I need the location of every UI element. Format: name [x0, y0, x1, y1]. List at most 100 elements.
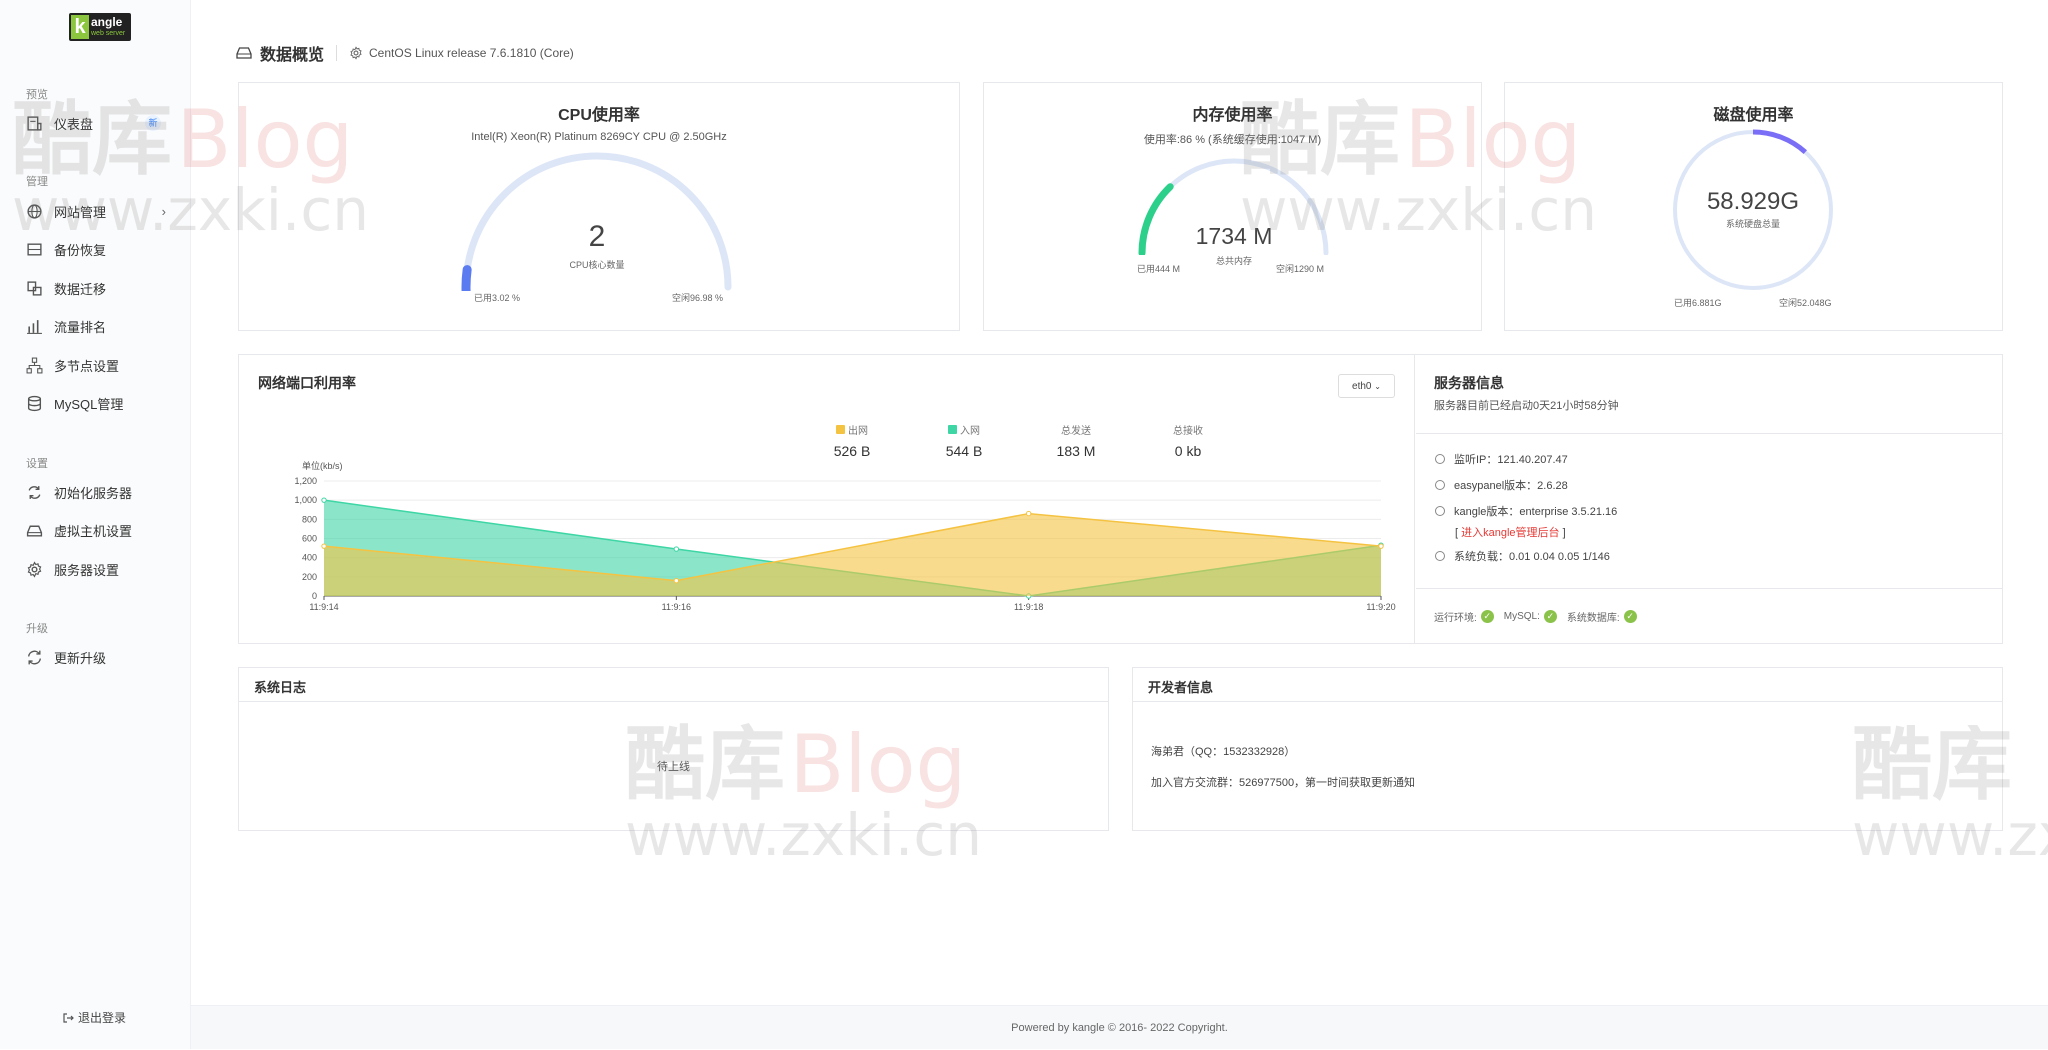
harddisk-icon — [236, 47, 252, 59]
developer-contact: 海弟君（QQ：1532332928） — [1151, 746, 1296, 758]
network-chart: 单位(kb/s) 0 200 400 600 800 1,000 1,200 11:9:14 11… — [294, 460, 1395, 612]
sidebar-item-label: 网站管理 — [54, 204, 107, 220]
sidebar-item-sites[interactable]: 网站管理 › — [26, 200, 166, 222]
sidebar-item-label: 多节点设置 — [54, 358, 120, 374]
kangle-logo[interactable]: k angle web server — [69, 13, 131, 41]
disk-used: 已用6.881G — [1674, 298, 1722, 308]
y-tick-label: 1,200 — [294, 476, 317, 486]
memory-free: 空闲1290 M — [1276, 264, 1325, 274]
memory-title: 内存使用率 — [1192, 107, 1273, 124]
server-load-row: 系统负载：0.01 0.04 0.05 1/146 — [1435, 548, 1610, 564]
disk-total: 58.929G — [1706, 188, 1800, 215]
y-tick-label: 800 — [302, 514, 317, 524]
cpu-title: CPU使用率 — [558, 107, 640, 124]
cpu-free: 空闲96.98 % — [672, 293, 724, 303]
sidebar-item-label: 数据迁移 — [54, 281, 107, 297]
server-ip-row: 监听IP：121.40.207.47 — [1435, 451, 1568, 467]
dashboard-icon — [27, 115, 42, 131]
server-info-title: 服务器信息 — [1434, 375, 1504, 391]
data-point — [673, 577, 680, 584]
cpu-model: Intel(R) Xeon(R) Platinum 8269CY CPU @ 2… — [471, 131, 727, 143]
memory-total: 1734 M — [1195, 223, 1273, 249]
runtime-env: 运行环境: ✓ MySQL: ✓ 系统数据库: ✓ — [1434, 609, 1647, 624]
gear-icon — [350, 46, 362, 60]
check-icon: ✓ — [1623, 610, 1637, 623]
developer-card: 开发者信息 海弟君（QQ：1532332928） 加入官方交流群：5269775… — [1132, 667, 2003, 831]
sidebar-item-label: 服务器设置 — [54, 562, 120, 578]
sidebar-item-label: 流量排名 — [54, 319, 107, 335]
data-point — [1378, 543, 1384, 549]
page-title: 数据概览 — [260, 47, 325, 64]
chevron-right-icon: › — [161, 203, 166, 219]
sidebar-item-label: 虚拟主机设置 — [54, 523, 133, 539]
logout-button[interactable]: 退出登录 — [62, 1009, 126, 1026]
circle-icon — [1435, 454, 1445, 464]
os-version: CentOS Linux release 7.6.1810 (Core) — [369, 46, 574, 60]
network-panel: 网络端口利用率 eth0 ⌄ 出网 526 B 入网 544 B 总发送 183… — [238, 354, 2003, 644]
interface-select[interactable]: eth0 ⌄ — [1338, 374, 1395, 398]
nav-section-upgrade: 升级 — [26, 623, 48, 635]
page-header: 数据概览 CentOS Linux release 7.6.1810 (Core… — [236, 42, 574, 64]
sync-icon — [27, 650, 42, 664]
y-tick-label: 1,000 — [294, 495, 317, 505]
data-point — [673, 546, 680, 552]
database-icon — [27, 395, 42, 411]
x-tick-label: 11:9:18 — [1014, 602, 1043, 612]
network-title: 网络端口利用率 — [258, 375, 356, 391]
server-easypanel-row: easypanel版本：2.6.28 — [1435, 477, 1568, 493]
nav-section-preview: 预览 — [26, 89, 48, 101]
sidebar-item-server-settings[interactable]: 服务器设置 — [26, 558, 166, 580]
sidebar-item-migrate[interactable]: 数据迁移 — [26, 277, 166, 299]
footer: Powered by kangle © 2016- 2022 Copyright… — [191, 1005, 2048, 1049]
data-point — [321, 543, 327, 549]
y-tick-label: 0 — [312, 591, 317, 601]
logout-icon — [63, 1012, 74, 1023]
memory-card: 内存使用率 使用率:86 % (系统缓存使用:1047 M) 1734 M 总共… — [983, 82, 1482, 331]
syslog-placeholder: 待上线 — [657, 761, 690, 773]
divider — [1416, 588, 2002, 589]
x-tick-label: 11:9:20 — [1366, 602, 1395, 612]
x-tick-label: 11:9:16 — [662, 602, 691, 612]
cpu-card: CPU使用率 Intel(R) Xeon(R) Platinum 8269CY … — [238, 82, 960, 331]
nodes-icon — [26, 357, 43, 373]
circle-icon — [1435, 506, 1445, 516]
sidebar-item-nodes[interactable]: 多节点设置 — [26, 354, 166, 376]
sidebar-item-traffic[interactable]: 流量排名 — [26, 315, 166, 337]
check-icon: ✓ — [1480, 610, 1494, 623]
disk-title: 磁盘使用率 — [1713, 107, 1794, 124]
divider — [336, 45, 338, 61]
stat-in: 入网 544 B — [945, 425, 983, 459]
sidebar-item-label: 备份恢复 — [54, 242, 107, 258]
stat-total-sent: 总发送 183 M — [1056, 426, 1096, 459]
check-icon: ✓ — [1543, 610, 1557, 623]
sidebar-item-update[interactable]: 更新升级 — [26, 646, 166, 668]
sidebar-item-label: 仪表盘 — [54, 116, 94, 132]
sidebar-item-mysql[interactable]: MySQL管理 — [26, 392, 166, 414]
cpu-gauge-used — [461, 265, 472, 291]
disk-card: 磁盘使用率 58.929G 系统硬盘总量 已用6.881G 空闲52.048G — [1504, 82, 2003, 331]
syslog-title: 系统日志 — [239, 668, 1108, 702]
bar-chart-icon — [27, 319, 42, 334]
stat-total-recv: 总接收 0 kb — [1173, 426, 1203, 459]
nav-section-settings: 设置 — [26, 458, 48, 470]
server-uptime: 服务器目前已经启动0天21小时58分钟 — [1434, 400, 1619, 412]
legend-swatch-in — [948, 425, 957, 434]
sidebar-item-vhost[interactable]: 虚拟主机设置 — [26, 519, 166, 541]
sidebar: k angle web server 预览 仪表盘 新 管理 网站管理 › 备份… — [0, 0, 191, 1049]
kangle-admin-link[interactable]: 进入kangle管理后台 — [1461, 527, 1559, 539]
y-tick-label: 600 — [302, 534, 317, 544]
refresh-icon — [28, 485, 41, 499]
circle-icon — [1435, 480, 1445, 490]
new-badge: 新 — [145, 115, 161, 131]
sidebar-item-init-server[interactable]: 初始化服务器 — [26, 481, 166, 503]
developer-title: 开发者信息 — [1133, 668, 2002, 702]
sidebar-item-backup[interactable]: 备份恢复 — [26, 238, 166, 260]
cpu-cores-label: CPU核心数量 — [569, 260, 625, 270]
divider — [1416, 433, 2002, 434]
disk-gauge-used — [1752, 129, 1807, 155]
harddisk-icon — [26, 525, 43, 537]
legend-swatch-out — [836, 425, 845, 434]
memory-usage: 使用率:86 % (系统缓存使用:1047 M) — [1143, 134, 1322, 146]
globe-icon — [27, 203, 42, 219]
y-tick-label: 400 — [302, 553, 317, 563]
